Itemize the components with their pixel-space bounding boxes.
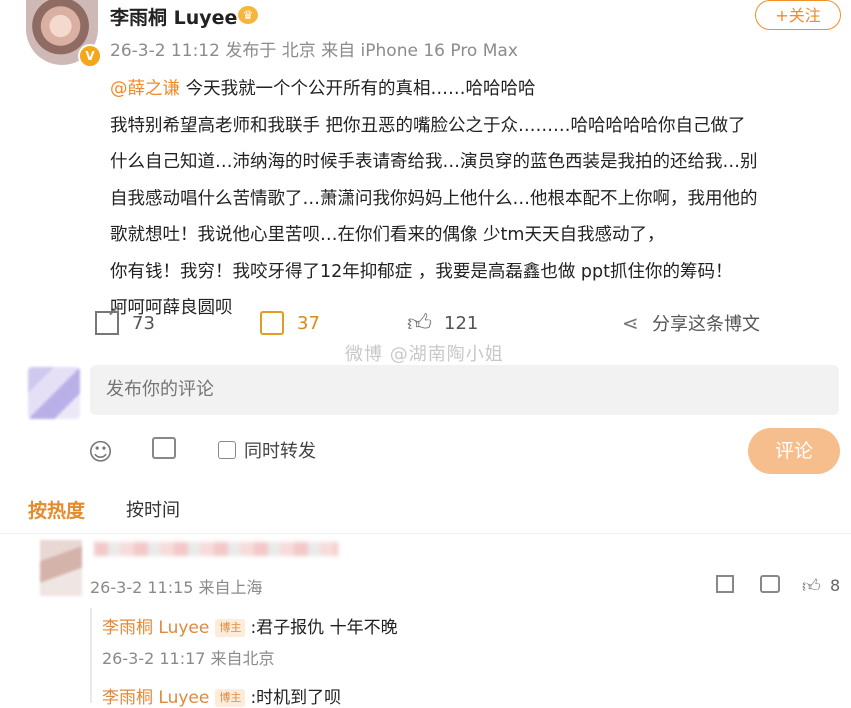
follow-button[interactable]: +关注: [755, 0, 841, 30]
forward-button[interactable]: 73: [95, 309, 155, 337]
comment-reply-icon[interactable]: [760, 575, 780, 593]
comment-like-count: 8: [830, 576, 841, 595]
share-icon: ⋖: [622, 311, 639, 335]
divider: [0, 533, 851, 534]
comment-button[interactable]: 37: [260, 309, 320, 337]
comment-input[interactable]: [90, 365, 839, 415]
share-label: 分享这条博文: [652, 314, 760, 335]
author-badge: 博主: [215, 689, 246, 707]
comment-count: 37: [297, 312, 320, 334]
post-line: 什么自己知道…沛纳海的时候手表请寄给我…演员穿的蓝色西装是我拍的还给我…别: [110, 152, 758, 172]
forward-count: 73: [132, 312, 155, 334]
image-icon[interactable]: [152, 437, 176, 459]
post-line: 我特别希望高老师和我联手 把你丑恶的嘴脸公之于众………哈哈哈哈哈你自己做了: [110, 115, 746, 136]
post-author-name[interactable]: 李雨桐 Luyee: [110, 3, 237, 30]
reply-text: :时机到了呗: [250, 688, 342, 708]
reply-author[interactable]: 李雨桐 Luyee: [102, 688, 209, 708]
reply-meta: 26-3-2 11:17 来自北京: [102, 649, 275, 668]
comment-icon: [260, 311, 284, 335]
reply-author[interactable]: 李雨桐 Luyee: [102, 618, 209, 638]
share-button[interactable]: ⋖ 分享这条博文: [622, 309, 760, 337]
author-badge: 博主: [215, 619, 246, 637]
current-user-avatar: [28, 367, 80, 419]
post-line-text: 今天我就一个个公开所有的真相……哈哈哈哈: [180, 79, 536, 99]
forward-checkbox-label: 同时转发: [244, 441, 316, 462]
forward-checkbox[interactable]: [218, 441, 236, 459]
reply-item: 李雨桐 Luyee 博主 :时机到了呗: [102, 683, 341, 708]
like-button[interactable]: 👍︎ 121: [407, 309, 478, 337]
post-line: 歌就想吐！我说他心里苦呗…在你们看来的偶像 少tm天天自我感动了，: [110, 225, 665, 245]
post-line: @薛之谦 今天我就一个个公开所有的真相……哈哈哈哈: [110, 71, 830, 108]
like-icon: 👍︎: [407, 309, 433, 337]
comment-meta: 26-3-2 11:15 来自上海: [90, 578, 263, 597]
post-text: @薛之谦 今天我就一个个公开所有的真相……哈哈哈哈 我特别希望高老师和我联手 把…: [110, 71, 830, 327]
post-line: 自我感动唱什么苦情歌了…萧潇问我你妈妈上他什么…他根本配不上你啊，我用他的: [110, 188, 758, 209]
reply-item: 李雨桐 Luyee 博主 :君子报仇 十年不晚: [102, 613, 398, 638]
forward-icon: [95, 311, 119, 335]
like-count: 121: [444, 312, 479, 334]
tab-sort-time[interactable]: 按时间: [126, 496, 180, 522]
post-meta: 26-3-2 11:12 发布于 北京 来自 iPhone 16 Pro Max: [110, 41, 518, 61]
watermark: 微博 @湖南陶小姐: [345, 344, 504, 365]
commenter-name-redacted: [94, 542, 338, 556]
verified-icon: V: [78, 44, 102, 68]
submit-comment-button[interactable]: 评论: [748, 428, 840, 474]
comment-like-icon[interactable]: 👍︎: [802, 575, 821, 597]
crown-icon: ♛: [238, 6, 258, 24]
mention-link[interactable]: @薛之谦: [110, 79, 180, 99]
post-line: 你有钱！我穷！我咬牙得了12年抑郁症 ，我要是高磊鑫也做 ppt抓住你的筹码！: [110, 261, 733, 282]
commenter-avatar[interactable]: [40, 540, 82, 596]
tab-sort-hot[interactable]: 按热度: [28, 496, 85, 523]
reply-text: :君子报仇 十年不晚: [250, 618, 398, 638]
comment-forward-icon[interactable]: [716, 575, 734, 593]
emoji-icon[interactable]: ☺: [88, 438, 113, 466]
reply-thread-line: [90, 608, 92, 703]
